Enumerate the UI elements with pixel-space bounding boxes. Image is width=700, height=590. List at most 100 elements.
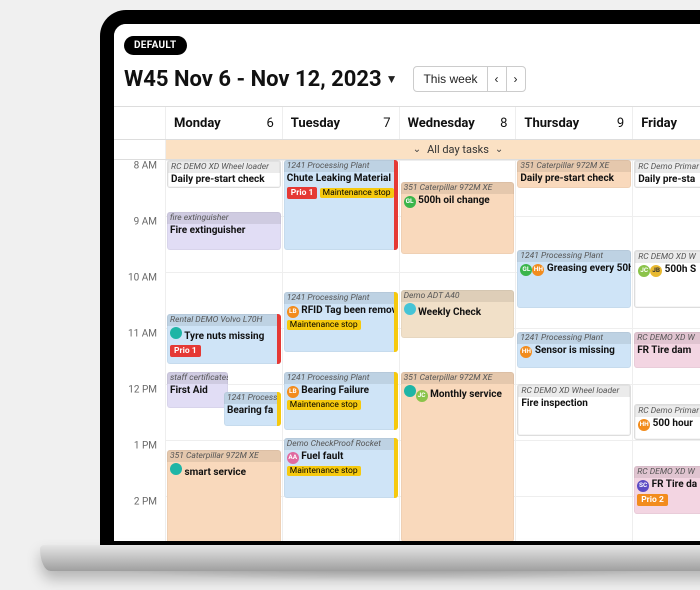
event-title: First Aid bbox=[167, 384, 228, 399]
calendar-header: W45 Nov 6 - Nov 12, 2023 ▼ This week ‹ › bbox=[124, 66, 700, 102]
calendar-event[interactable]: RC Demo PrimarHH 500 hour bbox=[634, 404, 700, 440]
event-asset: 351 Caterpillar 972M XE bbox=[401, 372, 515, 384]
event-asset: RC Demo Primar bbox=[635, 405, 700, 417]
calendar-event[interactable]: RC DEMO XD Wheel loaderDaily pre-start c… bbox=[167, 160, 281, 188]
calendar-event[interactable]: 351 Caterpillar 972M XEGL 500h oil chang… bbox=[401, 182, 515, 254]
calendar-event[interactable]: 351 Caterpillar 972M XE smart service bbox=[167, 450, 281, 541]
event-asset: RC DEMO XD Wheel loader bbox=[518, 385, 630, 397]
event-subtitle: Maintenance stop bbox=[284, 466, 398, 479]
event-title: SC FR Tire da bbox=[634, 478, 700, 494]
assignee-avatar: HH bbox=[520, 346, 532, 358]
day-header[interactable]: Tuesday7 bbox=[283, 107, 400, 139]
calendar-event[interactable]: 1241 ProcessiBearing fa bbox=[224, 392, 281, 426]
calendar-event[interactable]: 1241 Processing PlantGLHH Greasing every… bbox=[517, 250, 631, 308]
event-subtitle: Maintenance stop bbox=[284, 320, 398, 333]
event-asset: 1241 Processi bbox=[224, 392, 281, 404]
day-header[interactable]: Thursday 9 bbox=[516, 107, 633, 139]
assignee-avatar: JB bbox=[650, 265, 662, 277]
day-header[interactable]: Monday6 bbox=[166, 107, 283, 139]
event-title: GL 500h oil change bbox=[401, 194, 515, 210]
calendar-event[interactable]: 1241 Processing PlantLB RFID Tag been re… bbox=[284, 292, 398, 352]
calendar-event[interactable]: 351 Caterpillar 972M XEJC Monthly servic… bbox=[401, 372, 515, 541]
day-name: Wednesday bbox=[408, 116, 475, 131]
event-title: HH 500 hour bbox=[635, 417, 700, 433]
day-name: Thursday bbox=[524, 116, 579, 131]
calendar-event[interactable]: RC DEMO XD Wheel loaderFire inspection bbox=[517, 384, 631, 436]
event-asset: 1241 Processing Plant bbox=[284, 292, 398, 304]
assignee-avatar: GL bbox=[520, 264, 532, 276]
event-asset: Demo ADT A40 bbox=[401, 290, 515, 302]
calendar-event[interactable]: RC Demo PrimarDaily pre-sta bbox=[634, 160, 700, 188]
hour-label: 9 AM bbox=[134, 217, 157, 228]
hour-label: 10 AM bbox=[128, 273, 157, 284]
assignee-avatar: JC bbox=[416, 390, 428, 402]
calendar-event[interactable]: Demo CheckProof RocketAA Fuel faultMaint… bbox=[284, 438, 398, 498]
default-badge: DEFAULT bbox=[124, 36, 187, 55]
day-header-row: Monday6Tuesday7 Wednesday 8 Thursday 9 Friday… bbox=[114, 106, 700, 140]
all-day-label: All day tasks bbox=[427, 143, 489, 156]
assignee-avatar bbox=[404, 385, 416, 397]
event-title: Fire extinguisher bbox=[167, 224, 281, 239]
chevron-right-icon: › bbox=[514, 72, 518, 86]
event-title: smart service bbox=[167, 462, 281, 481]
next-week-button[interactable]: › bbox=[506, 66, 526, 92]
this-week-button[interactable]: This week bbox=[413, 66, 487, 92]
hour-label: 12 PM bbox=[128, 385, 157, 396]
chevron-down-icon: ⌄ bbox=[413, 144, 421, 155]
event-title: Weekly Check bbox=[401, 302, 515, 321]
laptop-frame: DEFAULT W45 Nov 6 - Nov 12, 2023 ▼ This … bbox=[100, 10, 700, 555]
gutter-spacer bbox=[114, 140, 166, 159]
all-day-row[interactable]: ⌄ All day tasks ⌄ bbox=[114, 140, 700, 160]
calendar-event[interactable]: 1241 Processing PlantChute Leaking Mater… bbox=[284, 160, 398, 250]
assignee-avatar bbox=[404, 303, 416, 315]
event-title: JC Monthly service bbox=[401, 384, 515, 404]
chevron-left-icon: ‹ bbox=[495, 72, 499, 86]
event-title: Daily pre-start check bbox=[168, 173, 280, 188]
event-title: FR Tire dam bbox=[634, 344, 700, 359]
calendar-event[interactable]: RC DEMO XD WSC FR Tire daPrio 2 bbox=[634, 466, 700, 514]
day-number: 9 bbox=[617, 116, 624, 131]
calendar-event[interactable]: Rental DEMO Volvo L70H Tyre nuts missing… bbox=[167, 314, 281, 364]
week-nav: This week ‹ › bbox=[413, 66, 525, 92]
assignee-avatar: GL bbox=[404, 196, 416, 208]
calendar-event[interactable]: fire extinguisherFire extinguisher bbox=[167, 212, 281, 250]
event-title: Daily pre-sta bbox=[635, 173, 700, 188]
calendar-event[interactable]: 1241 Processing PlantLB Bearing FailureM… bbox=[284, 372, 398, 430]
day-column: RC Demo PrimarDaily pre-staRC DEMO XD WJ… bbox=[633, 160, 700, 541]
week-title[interactable]: W45 Nov 6 - Nov 12, 2023 ▼ bbox=[124, 67, 397, 92]
assignee-avatar: HH bbox=[532, 264, 544, 276]
assignee-avatar: LB bbox=[287, 306, 299, 318]
event-title: LB Bearing Failure bbox=[284, 384, 398, 400]
day-number: 6 bbox=[266, 116, 273, 131]
event-asset: 351 Caterpillar 972M XE bbox=[517, 160, 631, 172]
event-asset: RC DEMO XD W bbox=[634, 466, 700, 478]
calendar-event[interactable]: staff certificatesFirst Aid bbox=[167, 372, 228, 408]
assignee-avatar: HH bbox=[638, 419, 650, 431]
assignee-avatar bbox=[170, 327, 182, 339]
assignee-avatar: JC bbox=[638, 265, 650, 277]
event-asset: 1241 Processing Plant bbox=[517, 332, 631, 344]
event-asset: Rental DEMO Volvo L70H bbox=[167, 314, 281, 326]
event-title: AA Fuel fault bbox=[284, 450, 398, 466]
assignee-avatar: AA bbox=[287, 452, 299, 464]
day-number: 8 bbox=[500, 116, 507, 131]
event-asset: 351 Caterpillar 972M XE bbox=[401, 182, 515, 194]
calendar-grid: Monday6Tuesday7 Wednesday 8 Thursday 9 Friday… bbox=[114, 106, 700, 541]
day-header[interactable]: Wednesday 8 bbox=[400, 107, 517, 139]
calendar-event[interactable]: RC DEMO XD WJCJB 500h S bbox=[634, 250, 700, 308]
calendar-event[interactable]: RC DEMO XD WFR Tire dam bbox=[634, 332, 700, 368]
event-title: Tyre nuts missing bbox=[167, 326, 281, 345]
event-asset: RC DEMO XD W bbox=[634, 332, 700, 344]
day-column: 1241 Processing Plant Chute Leaking Mater… bbox=[283, 160, 400, 541]
prev-week-button[interactable]: ‹ bbox=[488, 66, 506, 92]
event-title: GLHH Greasing every 50h bbox=[517, 262, 631, 278]
day-columns: RC DEMO XD Wheel loader Daily pre-start c… bbox=[166, 160, 700, 541]
calendar-event[interactable]: 351 Caterpillar 972M XEDaily pre-start c… bbox=[517, 160, 631, 188]
priority-stripe bbox=[394, 292, 398, 352]
calendar-event[interactable]: Demo ADT A40 Weekly Check bbox=[401, 290, 515, 338]
event-title: Chute Leaking Material bbox=[284, 172, 398, 187]
priority-stripe bbox=[277, 392, 281, 426]
calendar-event[interactable]: 1241 Processing PlantHH Sensor is missin… bbox=[517, 332, 631, 368]
day-header[interactable]: Friday10 bbox=[633, 107, 700, 139]
priority-stripe bbox=[394, 160, 398, 250]
